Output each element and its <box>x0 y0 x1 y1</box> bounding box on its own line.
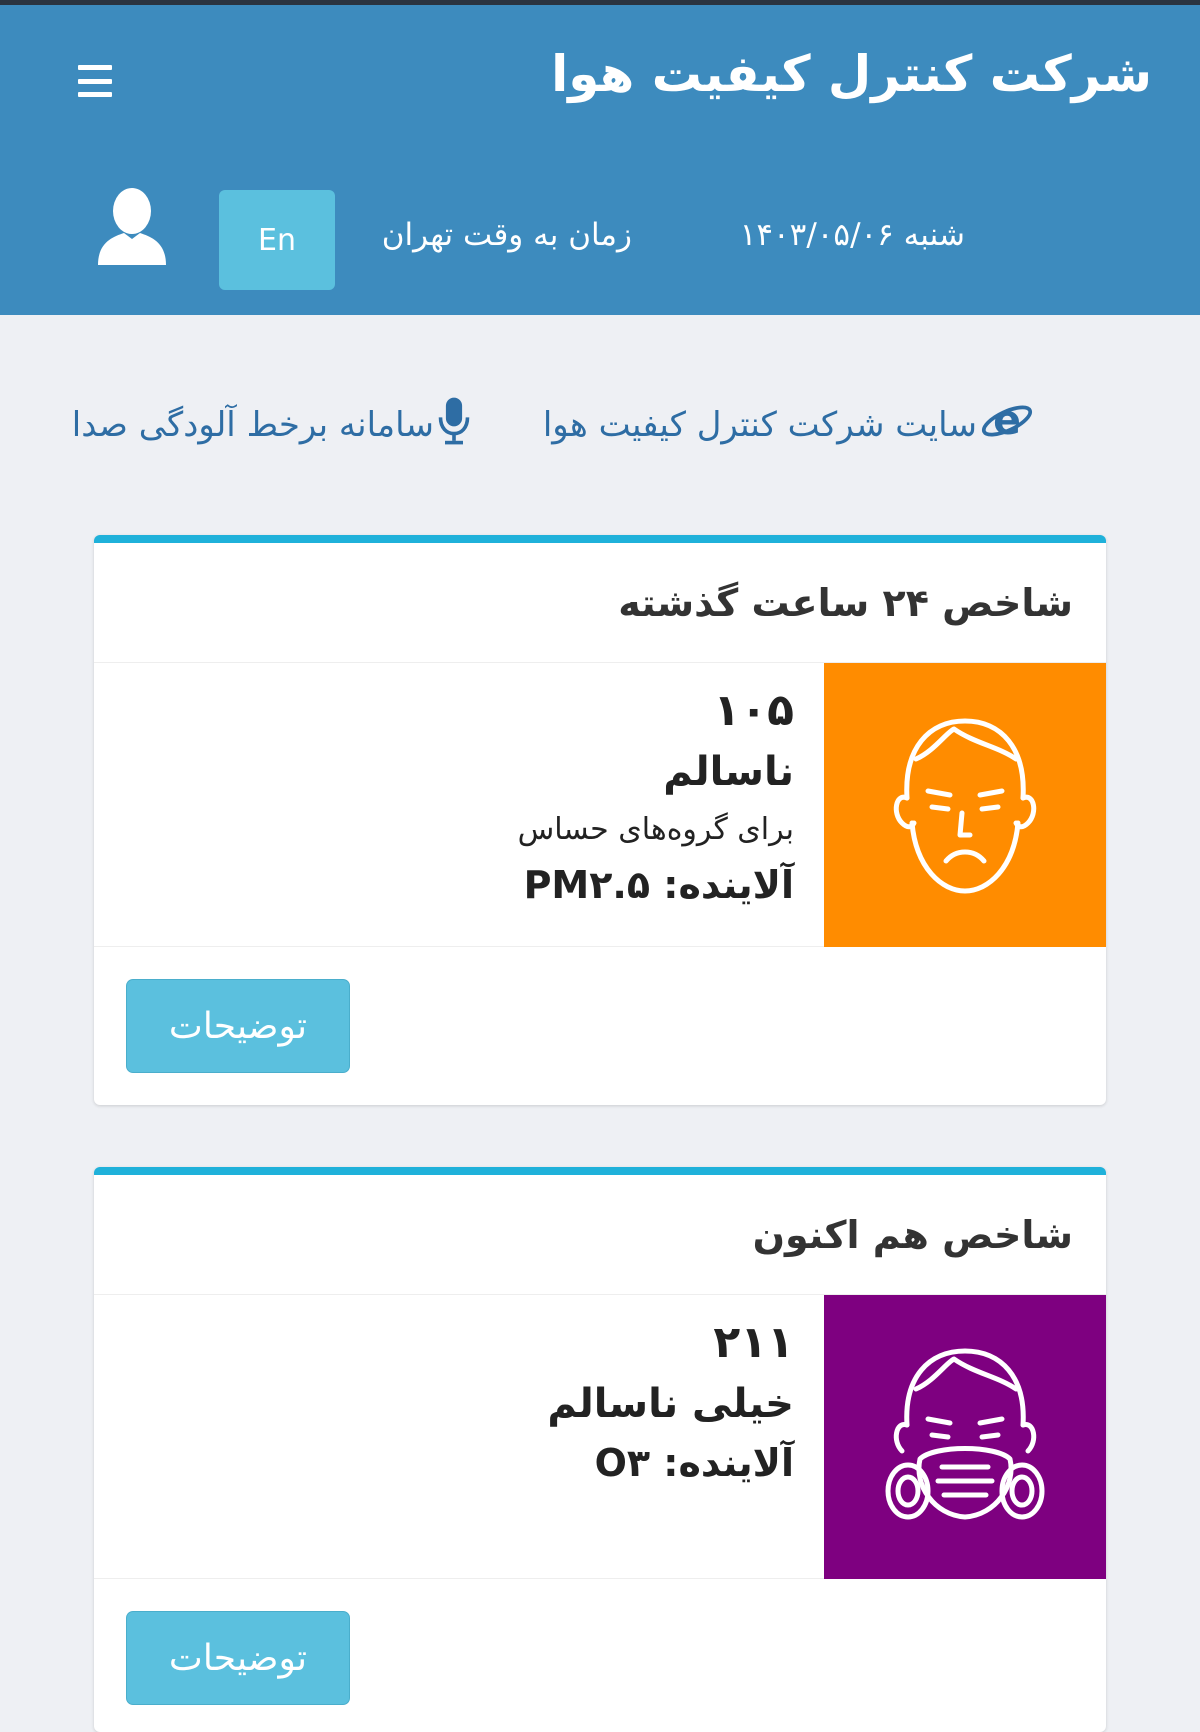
app-header: شرکت کنترل کیفیت هوا En زمان به وقت تهرا… <box>0 5 1200 315</box>
aqi-value: ۱۰۵ <box>713 685 794 736</box>
card-title: شاخص هم اکنون <box>94 1175 1106 1295</box>
aqi-info: ۲۱۱ خیلی ناسالم آلاینده: O۳ <box>547 1313 794 1491</box>
microphone-icon <box>436 395 472 456</box>
aqi-value: ۲۱۱ <box>713 1317 794 1368</box>
aqi-now-card: شاخص هم اکنون ۲۱۱ خیلی ناسالم آلاینده: O… <box>94 1167 1106 1732</box>
user-avatar-icon[interactable] <box>96 185 168 267</box>
date-label: شنبه ۱۴۰۳/۰۵/۰۶ <box>739 217 965 253</box>
internet-explorer-icon: e <box>979 393 1035 458</box>
noise-system-link-label: سامانه برخط آلودگی صدا <box>71 405 434 445</box>
card-body: ۲۱۱ خیلی ناسالم آلاینده: O۳ <box>94 1295 1106 1579</box>
aqi-color-swatch <box>824 663 1106 947</box>
pollutant-label: آلاینده: PM۲.۵ <box>523 863 794 907</box>
description-button[interactable]: توضیحات <box>126 1611 350 1705</box>
timezone-label: زمان به وقت تهران <box>381 217 632 253</box>
card-footer: توضیحات <box>94 1579 1106 1729</box>
card-title: شاخص ۲۴ ساعت گذشته <box>94 543 1106 663</box>
aqi-24h-card: شاخص ۲۴ ساعت گذشته <box>94 535 1106 1105</box>
pollutant-label: آلاینده: O۳ <box>594 1441 794 1485</box>
noise-system-link[interactable]: سامانه برخط آلودگی صدا <box>72 380 472 470</box>
card-footer: توضیحات <box>94 947 1106 1097</box>
aqi-color-swatch <box>824 1295 1106 1579</box>
site-link[interactable]: e سایت شرکت کنترل کیفیت هوا <box>543 380 1035 470</box>
gas-mask-face-icon <box>824 1295 1106 1579</box>
aqi-status: خیلی ناسالم <box>547 1381 794 1427</box>
sad-face-icon <box>824 663 1106 947</box>
external-links: e سایت شرکت کنترل کیفیت هوا سامانه برخط … <box>0 380 1200 470</box>
site-link-label: سایت شرکت کنترل کیفیت هوا <box>542 405 977 445</box>
language-toggle-button[interactable]: En <box>219 190 335 290</box>
menu-icon[interactable] <box>78 65 112 97</box>
svg-text:e: e <box>993 396 1021 444</box>
app-title: شرکت کنترل کیفیت هوا <box>551 45 1152 103</box>
description-button[interactable]: توضیحات <box>126 979 350 1073</box>
aqi-status: ناسالم <box>663 749 794 795</box>
aqi-status-detail: برای گروه‌های حساس <box>517 812 794 847</box>
card-body: ۱۰۵ ناسالم برای گروه‌های حساس آلاینده: P… <box>94 663 1106 947</box>
aqi-info: ۱۰۵ ناسالم برای گروه‌های حساس آلاینده: P… <box>518 681 794 913</box>
